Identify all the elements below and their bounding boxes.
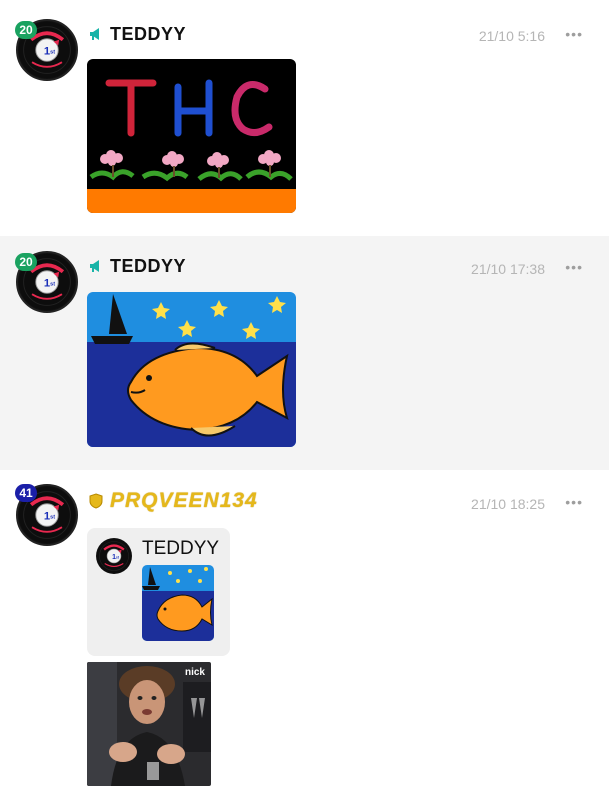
username[interactable]: TEDDYY [110,24,186,45]
more-options-button[interactable]: ••• [565,259,583,275]
quoted-username: TEDDYY [142,538,220,559]
megaphone-icon [88,258,104,274]
quoted-fish-thumbnail [142,565,214,641]
level-badge: 20 [15,21,37,39]
username-row: TEDDYY [88,255,186,277]
quoted-avatar [96,538,132,574]
username-row: TEDDYY [88,23,186,45]
shield-icon [88,493,104,509]
username-row: PRQVEEN134 [88,489,258,513]
drawing-fish-image[interactable] [87,292,296,447]
timestamp: 21/10 17:38 [471,261,545,277]
megaphone-icon [88,26,104,42]
person-clapping-gif[interactable]: nick [87,662,211,786]
chat-post: 20 TEDDYY 21/10 17:38 ••• [0,236,609,470]
username[interactable]: TEDDYY [110,256,186,277]
timestamp: 21/10 18:25 [471,496,545,512]
quoted-message[interactable]: TEDDYY [87,528,230,656]
timestamp: 21/10 5:16 [478,28,545,44]
drawing-thc-flowers-image[interactable] [87,59,296,213]
chat-post: 20 TEDDYY 21/10 5:16 ••• [0,0,609,236]
username[interactable]: PRQVEEN134 [110,489,258,513]
level-badge: 41 [15,484,37,502]
level-badge: 20 [15,253,37,271]
more-options-button[interactable]: ••• [565,26,583,42]
more-options-button[interactable]: ••• [565,494,583,510]
gif-watermark: nick [185,667,205,678]
